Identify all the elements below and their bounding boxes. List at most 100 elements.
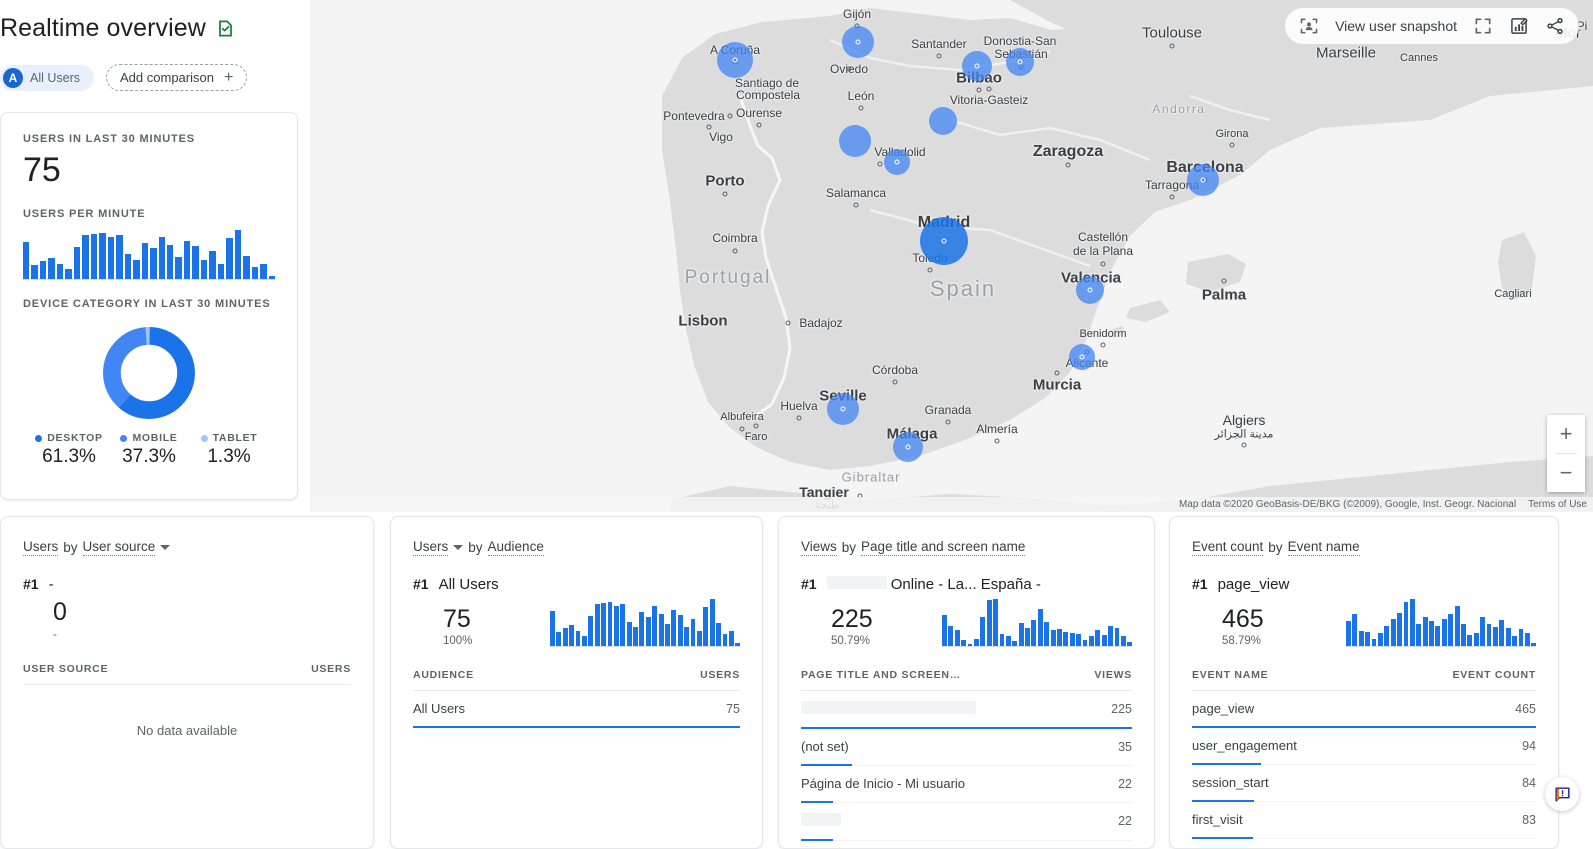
sparkline-bar	[1352, 614, 1358, 646]
map-zoom-out-button[interactable]: −	[1547, 454, 1585, 492]
chip-all-users[interactable]: A All Users	[0, 64, 95, 91]
column-value: VIEWS	[1094, 669, 1132, 681]
map-city-dot-icon	[796, 415, 802, 421]
map-user-bubble[interactable]	[717, 42, 753, 78]
sparkline-bar	[1120, 636, 1126, 646]
map-zoom-in-button[interactable]: +	[1547, 415, 1585, 453]
sparkline-bar	[1454, 606, 1460, 646]
card-sparkline	[550, 599, 741, 647]
sparkline-bar	[652, 605, 658, 646]
sparkline-bar	[1518, 628, 1524, 646]
table-row[interactable]: 22	[801, 803, 1132, 841]
table-row[interactable]: (not set) 35	[801, 729, 1132, 766]
sparkline-bar	[234, 230, 242, 280]
sparkline-bar	[1435, 625, 1441, 646]
realtime-user-map[interactable]: PortugalSpainAndorraGibraltarToulouseMor…	[310, 0, 1593, 512]
card-dimension-selector[interactable]: Audience	[487, 539, 544, 556]
map-user-bubble[interactable]	[1069, 344, 1095, 370]
view-user-snapshot-label[interactable]: View user snapshot	[1335, 18, 1457, 34]
sparkline-bar	[1044, 621, 1050, 646]
sparkline-bar	[158, 237, 165, 280]
map-user-bubble[interactable]	[929, 107, 957, 135]
sparkline-bar	[575, 631, 581, 646]
sparkline-bar	[728, 631, 734, 646]
map-city-dot-icon	[1079, 354, 1085, 360]
map-user-bubble[interactable]	[839, 125, 871, 157]
map-user-bubble[interactable]	[884, 149, 910, 175]
map-city-dot-icon	[858, 105, 864, 111]
row-value: 94	[1522, 738, 1536, 753]
sparkline-bar	[1346, 621, 1351, 646]
map-user-bubble[interactable]	[1187, 164, 1219, 196]
sparkline-bar	[550, 610, 555, 646]
table-row[interactable]: 225	[801, 691, 1132, 729]
card-dimension-selector[interactable]: Event name	[1287, 539, 1360, 556]
redacted-text	[826, 576, 887, 589]
sparkline-bar	[581, 636, 587, 646]
feedback-icon	[1554, 786, 1570, 802]
user-snapshot-icon[interactable]	[1299, 16, 1319, 36]
add-comparison-button[interactable]: Add comparison +	[106, 64, 248, 91]
sparkline-bar	[999, 633, 1005, 646]
legend-value: 61.3%	[42, 446, 96, 468]
users-last-30-label: USERS IN LAST 30 MINUTES	[23, 133, 195, 145]
rank-label: All Users	[438, 576, 499, 593]
feedback-button[interactable]	[1545, 777, 1579, 811]
card-metric-selector[interactable]: Users	[413, 539, 449, 556]
sparkline-bar	[993, 599, 999, 646]
fullscreen-icon[interactable]	[1473, 16, 1493, 36]
share-icon[interactable]	[1545, 16, 1565, 36]
map-terms-link[interactable]: Terms of Use	[1528, 499, 1587, 510]
add-comparison-label: Add comparison	[120, 70, 214, 85]
sparkline-bar	[1429, 621, 1434, 646]
rank-number: #1	[413, 576, 429, 592]
card-title: Users by User source	[23, 539, 351, 556]
sparkline-bar	[141, 243, 149, 280]
card-title: Event count by Event name	[1192, 539, 1536, 556]
sparkline-bar	[1025, 627, 1030, 646]
map-user-bubble[interactable]	[962, 51, 992, 81]
sparkline-bar	[735, 643, 741, 646]
sparkline-bar	[107, 237, 115, 280]
chevron-down-icon[interactable]	[453, 545, 464, 550]
map-zoom-controls[interactable]: + −	[1547, 415, 1585, 492]
card-metric-selector[interactable]: Event count	[1192, 539, 1264, 556]
table-row[interactable]: page_view 465	[1192, 691, 1536, 728]
table-row[interactable]: user_engagement 94	[1192, 728, 1536, 765]
row-value: 22	[1118, 776, 1132, 791]
sparkline-bar	[671, 609, 677, 646]
map-user-bubble[interactable]	[920, 217, 968, 265]
device-category-legend: DESKTOP 61.3% MOBILE 37.3% TABLET 1.3%	[23, 432, 275, 468]
chevron-down-icon[interactable]	[160, 545, 171, 550]
card-top-rank: #1 page_view	[1192, 576, 1536, 593]
sparkline-bar	[1397, 613, 1403, 646]
table-row[interactable]: scroll62	[1192, 839, 1536, 849]
card-dimension-selector[interactable]: User source	[82, 539, 156, 556]
card-title-by: by	[841, 540, 857, 555]
sparkline-bar	[1050, 630, 1056, 646]
card-dimension-selector[interactable]: Page title and screen name	[861, 539, 1026, 556]
sparkline-bar	[1358, 630, 1364, 646]
table-row[interactable]: first_visit 83	[1192, 802, 1536, 839]
device-category-label: DEVICE CATEGORY IN LAST 30 MINUTES	[23, 298, 271, 311]
map-user-bubble[interactable]	[842, 26, 874, 58]
plus-icon: +	[223, 68, 234, 86]
map-city-dot-icon	[840, 406, 846, 412]
map-user-bubble[interactable]	[893, 432, 923, 462]
map-city-dot-icon	[1087, 287, 1093, 293]
map-user-bubble[interactable]	[827, 393, 859, 425]
card-metric-percent: -	[53, 628, 57, 641]
table-row[interactable]: Página de Inicio - Mi usuario 22	[801, 766, 1132, 803]
sparkline-bar	[1101, 635, 1107, 646]
card-metric-selector[interactable]: Users	[23, 539, 59, 556]
map-user-bubble[interactable]	[1006, 48, 1034, 76]
sparkline-bar	[1441, 619, 1447, 646]
map-user-bubble[interactable]	[1076, 276, 1104, 304]
table-row[interactable]: session_start 84	[1192, 765, 1536, 802]
edit-chart-icon[interactable]	[1509, 16, 1529, 36]
card-metric-selector[interactable]: Views	[801, 539, 837, 556]
rank-label: -	[48, 576, 54, 593]
table-row[interactable]: All Users 75	[413, 691, 740, 728]
sparkline-bar	[588, 615, 594, 646]
sparkline-bar	[684, 627, 690, 646]
